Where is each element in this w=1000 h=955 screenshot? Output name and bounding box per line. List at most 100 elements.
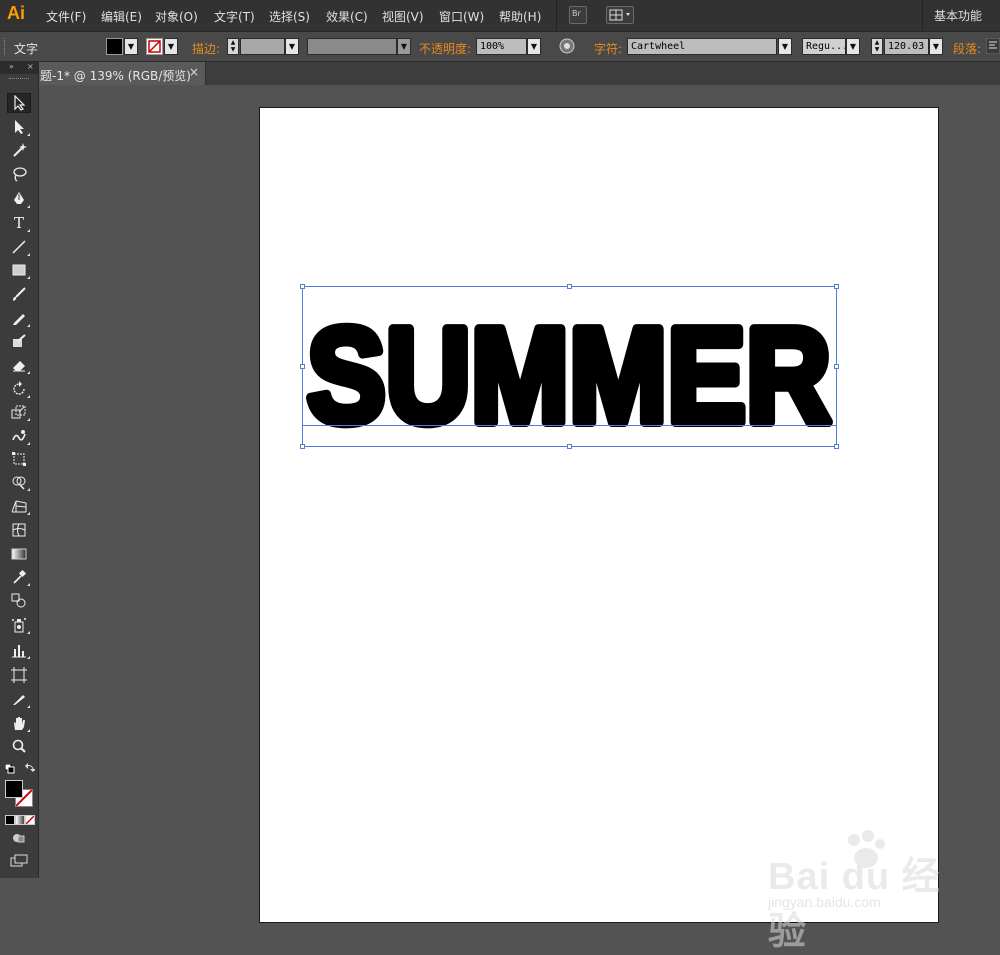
- handle-middle-left[interactable]: [300, 364, 305, 369]
- menu-object[interactable]: 对象(O): [155, 8, 198, 25]
- handle-bottom-left[interactable]: [300, 444, 305, 449]
- character-label[interactable]: 字符:: [594, 40, 622, 57]
- stroke-swatch[interactable]: [146, 38, 163, 55]
- menu-type[interactable]: 文字(T): [214, 8, 255, 25]
- color-mode-none[interactable]: [25, 815, 35, 825]
- opacity-field[interactable]: 100%: [476, 38, 527, 55]
- recolor-artwork-icon[interactable]: [558, 37, 576, 55]
- zoom-tool[interactable]: [7, 736, 31, 756]
- paragraph-label[interactable]: 段落:: [953, 40, 981, 57]
- gradient-tool[interactable]: [7, 544, 31, 564]
- color-mode-color[interactable]: [5, 815, 15, 825]
- scale-tool[interactable]: [7, 402, 31, 422]
- menu-effect[interactable]: 效果(C): [326, 8, 368, 25]
- shape-builder-tool[interactable]: [7, 472, 31, 492]
- menu-view[interactable]: 视图(V): [382, 8, 424, 25]
- watermark: Bai du 经验 jingyan.baidu.com: [768, 828, 978, 953]
- handle-top-left[interactable]: [300, 284, 305, 289]
- pen-tool[interactable]: [7, 189, 31, 209]
- font-family-dropdown[interactable]: ▼: [778, 38, 792, 55]
- close-icon[interactable]: ×: [189, 65, 199, 79]
- handle-bottom-center[interactable]: [567, 444, 572, 449]
- rotate-tool[interactable]: [7, 379, 31, 399]
- tools-panel-header[interactable]: » ×: [0, 62, 38, 74]
- font-size-field[interactable]: 120.03: [884, 38, 929, 55]
- rotate-icon: [13, 381, 25, 395]
- hand-icon: [14, 717, 25, 730]
- line-segment-tool[interactable]: [7, 237, 31, 257]
- stroke-dropdown[interactable]: ▼: [164, 38, 178, 55]
- handle-top-right[interactable]: [834, 284, 839, 289]
- slice-tool[interactable]: [7, 689, 31, 709]
- column-graph-tool[interactable]: [7, 640, 31, 660]
- opacity-dropdown[interactable]: ▼: [527, 38, 541, 55]
- swap-colors-icon[interactable]: [25, 763, 35, 773]
- panel-close-icon[interactable]: ×: [27, 62, 34, 71]
- layout-grid-icon: [609, 9, 630, 21]
- artboard[interactable]: [259, 107, 939, 923]
- magic-wand-tool[interactable]: [7, 140, 31, 160]
- font-family-field[interactable]: Cartwheel: [627, 38, 777, 55]
- menu-window[interactable]: 窗口(W): [439, 8, 484, 25]
- scale-icon: [11, 405, 26, 419]
- font-style-field[interactable]: Regu...: [802, 38, 846, 55]
- text-object[interactable]: SUMMER: [300, 284, 839, 449]
- perspective-grid-tool[interactable]: [7, 496, 31, 516]
- default-colors-icon[interactable]: [5, 764, 15, 774]
- selection-tool[interactable]: [7, 93, 31, 113]
- opacity-label[interactable]: 不透明度:: [419, 40, 471, 57]
- bridge-button[interactable]: Br: [569, 6, 587, 24]
- screen-mode-icon[interactable]: [10, 854, 28, 868]
- variable-width-profile[interactable]: [307, 38, 397, 55]
- blend-tool[interactable]: [7, 591, 31, 611]
- menu-select[interactable]: 选择(S): [269, 8, 310, 25]
- zoom-icon: [12, 739, 26, 753]
- artboard-tool[interactable]: [7, 665, 31, 685]
- document-tab[interactable]: 题-1* @ 139% (RGB/预览) ×: [38, 62, 206, 85]
- symbol-sprayer-tool[interactable]: [7, 615, 31, 635]
- handle-bottom-right[interactable]: [834, 444, 839, 449]
- align-left-icon[interactable]: [986, 38, 1000, 54]
- font-size-stepper[interactable]: ▲ ▼: [871, 38, 883, 55]
- font-style-dropdown[interactable]: ▼: [846, 38, 860, 55]
- eyedropper-tool[interactable]: [7, 567, 31, 587]
- blob-brush-tool[interactable]: [7, 331, 31, 351]
- profile-dropdown[interactable]: ▼: [397, 38, 411, 55]
- stroke-label[interactable]: 描边:: [192, 40, 220, 57]
- menu-help[interactable]: 帮助(H): [499, 8, 541, 25]
- fill-color-swatch[interactable]: [5, 780, 23, 798]
- eraser-tool[interactable]: [7, 355, 31, 375]
- mesh-tool[interactable]: [7, 520, 31, 540]
- stroke-weight-dropdown[interactable]: ▼: [285, 38, 299, 55]
- handle-top-center[interactable]: [567, 284, 572, 289]
- document-title: 题-1* @ 139% (RGB/预览): [40, 69, 191, 83]
- fill-swatch[interactable]: [106, 38, 123, 55]
- workspace-switcher[interactable]: 基本功能: [934, 7, 982, 24]
- column-graph-icon: [12, 645, 26, 658]
- warp-tool[interactable]: [7, 426, 31, 446]
- hand-tool[interactable]: [7, 713, 31, 733]
- slice-icon: [13, 695, 25, 705]
- type-tool[interactable]: T: [7, 213, 31, 233]
- collapse-icon[interactable]: »: [9, 62, 14, 71]
- grip-handle[interactable]: [4, 38, 7, 55]
- menu-edit[interactable]: 编辑(E): [101, 8, 142, 25]
- direct-selection-tool[interactable]: [7, 117, 31, 137]
- arrange-documents-button[interactable]: [606, 6, 634, 24]
- tools-panel: » × T: [0, 62, 39, 878]
- paintbrush-tool[interactable]: [7, 284, 31, 304]
- fill-dropdown[interactable]: ▼: [124, 38, 138, 55]
- draw-mode-icon[interactable]: [12, 832, 26, 844]
- lasso-tool[interactable]: [7, 164, 31, 184]
- stroke-weight-stepper[interactable]: ▲ ▼: [227, 38, 239, 55]
- color-mode-gradient[interactable]: [15, 815, 25, 825]
- pencil-tool[interactable]: [7, 308, 31, 328]
- stroke-weight-field[interactable]: [240, 38, 285, 55]
- app-logo: Ai: [7, 3, 25, 23]
- handle-middle-right[interactable]: [834, 364, 839, 369]
- document-tab-strip: 题-1* @ 139% (RGB/预览) ×: [38, 62, 1000, 85]
- font-size-dropdown[interactable]: ▼: [929, 38, 943, 55]
- menu-file[interactable]: 文件(F): [46, 8, 86, 25]
- free-transform-tool[interactable]: [7, 449, 31, 469]
- rectangle-tool[interactable]: [7, 260, 31, 280]
